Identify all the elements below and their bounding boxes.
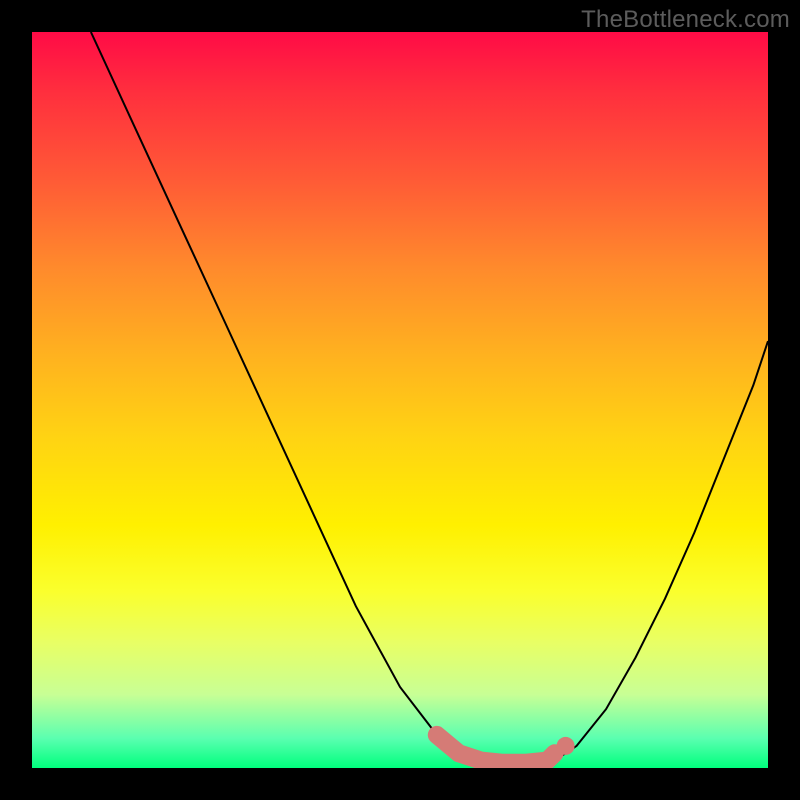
left-curve: [91, 32, 481, 761]
chart-svg: [32, 32, 768, 768]
highlight-marker: [557, 737, 575, 755]
right-curve: [555, 341, 768, 760]
plot-area: [32, 32, 768, 768]
optimal-zone-highlight: [437, 735, 555, 763]
chart-frame: TheBottleneck.com: [0, 0, 800, 800]
watermark-text: TheBottleneck.com: [581, 6, 790, 34]
